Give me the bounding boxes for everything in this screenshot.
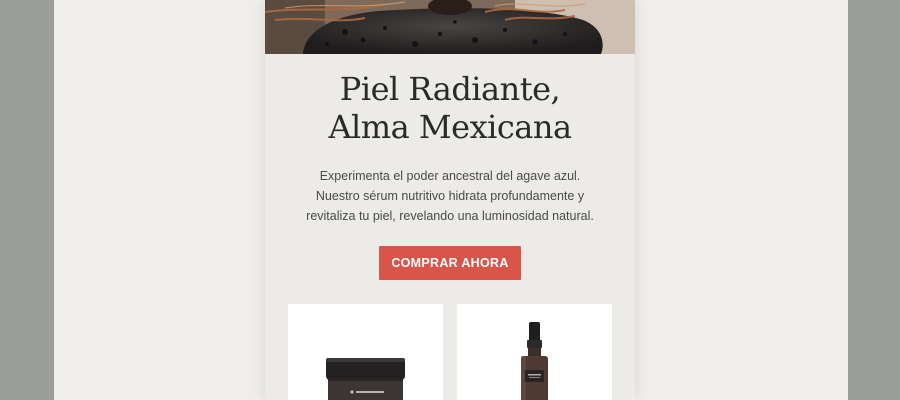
product-card-cream-jar[interactable] xyxy=(288,304,443,400)
hero-image xyxy=(265,0,635,54)
headline-line-1: Piel Radiante, xyxy=(339,70,561,108)
description-line-1: Experimenta el poder ancestral del agave… xyxy=(319,169,581,183)
buy-now-button[interactable]: COMPRAR AHORA xyxy=(379,246,521,280)
product-card-spray-bottle[interactable] xyxy=(457,304,612,400)
description-line-3: revitaliza tu piel, revelando una lumino… xyxy=(306,209,594,223)
email-card: Piel Radiante, Alma Mexicana Experimenta… xyxy=(265,0,635,400)
headline-line-2: Alma Mexicana xyxy=(328,108,572,146)
description: Experimenta el poder ancestral del agave… xyxy=(285,166,615,226)
description-line-2: Nuestro sérum nutritivo hidrata profunda… xyxy=(315,189,585,203)
headline: Piel Radiante, Alma Mexicana xyxy=(265,70,635,146)
spray-bottle-image xyxy=(457,304,612,400)
cream-jar-image xyxy=(288,304,443,400)
